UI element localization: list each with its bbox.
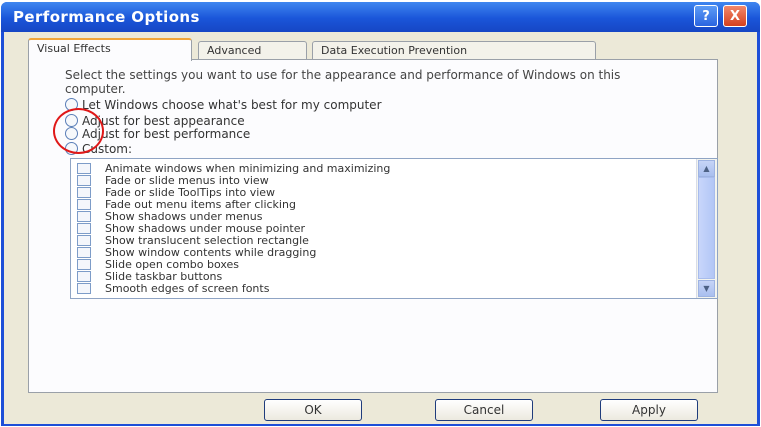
list-item[interactable]: Show window contents while dragging [77, 246, 316, 259]
window-title: Performance Options [13, 8, 200, 26]
checkbox[interactable] [77, 246, 91, 258]
checkbox[interactable] [77, 258, 91, 270]
scroll-thumb[interactable] [698, 177, 715, 279]
help-icon: ? [702, 8, 710, 24]
scroll-down-icon[interactable]: ▼ [698, 280, 715, 297]
list-item[interactable]: Slide open combo boxes [77, 258, 239, 271]
list-item[interactable]: Fade out menu items after clicking [77, 198, 296, 211]
checkbox[interactable] [77, 234, 91, 246]
list-item[interactable]: Animate windows when minimizing and maxi… [77, 162, 390, 175]
red-highlight-circle [53, 108, 104, 154]
checkbox[interactable] [77, 210, 91, 222]
checkbox[interactable] [77, 222, 91, 234]
checkbox[interactable] [77, 198, 91, 210]
checkbox[interactable] [77, 186, 91, 198]
help-button[interactable]: ? [694, 5, 718, 27]
list-item[interactable]: Fade or slide menus into view [77, 174, 269, 187]
scroll-up-icon[interactable]: ▲ [698, 160, 715, 177]
list-item[interactable]: Show shadows under menus [77, 210, 262, 223]
checkbox[interactable] [77, 162, 91, 174]
ok-button[interactable]: OK [264, 399, 362, 421]
vertical-scrollbar[interactable]: ▲ ▼ [696, 159, 717, 298]
tab-visual-effects[interactable]: Visual Effects [28, 38, 192, 61]
checkbox[interactable] [77, 174, 91, 186]
tab-data-execution-prevention[interactable]: Data Execution Prevention [312, 41, 596, 60]
cancel-button[interactable]: Cancel [435, 399, 533, 421]
description-text: Select the settings you want to use for … [65, 68, 621, 96]
apply-button[interactable]: Apply [600, 399, 698, 421]
close-button[interactable]: X [723, 5, 747, 27]
option-let-windows-choose[interactable]: Let Windows choose what's best for my co… [65, 97, 382, 112]
list-item[interactable]: Show shadows under mouse pointer [77, 222, 305, 235]
list-item[interactable]: Show translucent selection rectangle [77, 234, 309, 247]
visual-effects-list[interactable]: Animate windows when minimizing and maxi… [70, 158, 718, 299]
list-item[interactable]: Smooth edges of screen fonts [77, 282, 269, 295]
list-item[interactable]: Fade or slide ToolTips into view [77, 186, 275, 199]
close-icon: X [729, 8, 741, 24]
list-item[interactable]: Slide taskbar buttons [77, 270, 222, 283]
title-bar: Performance Options [1, 2, 760, 32]
checkbox[interactable] [77, 270, 91, 282]
checkbox[interactable] [77, 282, 91, 294]
tab-advanced[interactable]: Advanced [198, 41, 307, 60]
